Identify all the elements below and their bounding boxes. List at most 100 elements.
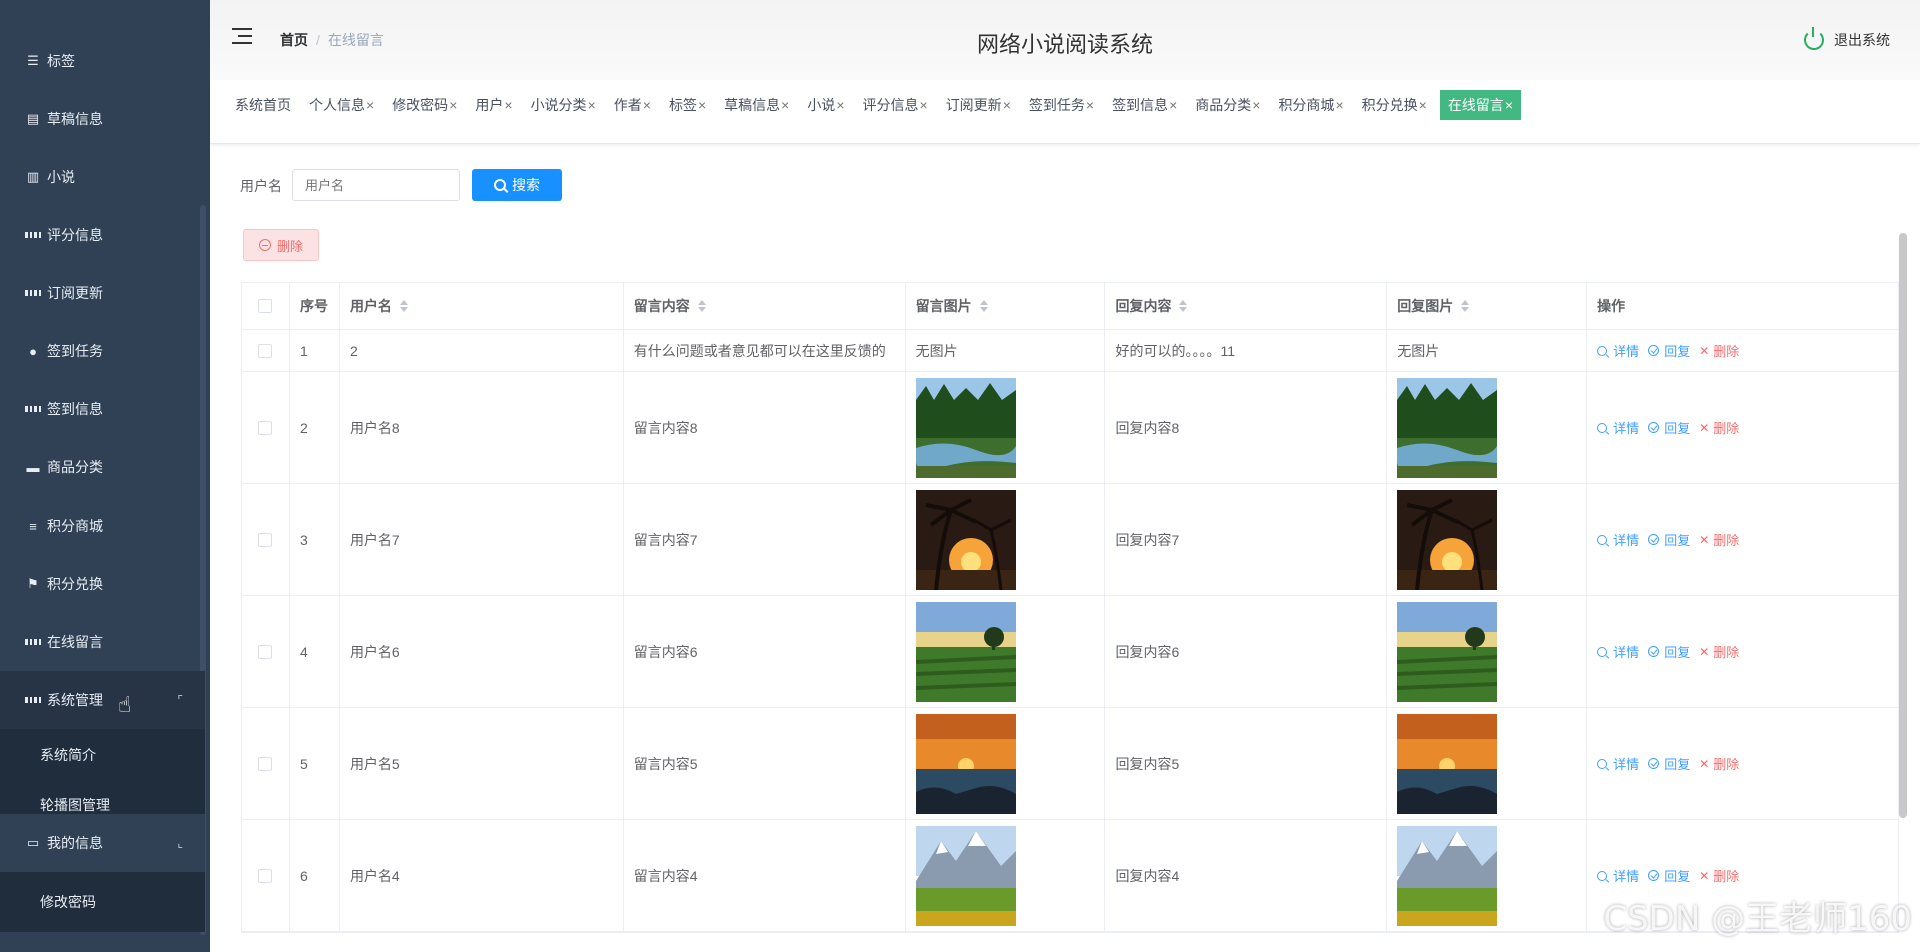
logout-button[interactable]: 退出系统: [1804, 27, 1890, 50]
reply-image[interactable]: [1397, 489, 1498, 590]
row-checkbox[interactable]: [258, 868, 273, 883]
tab-8[interactable]: 小说×: [802, 90, 849, 120]
close-icon[interactable]: ×: [1086, 97, 1094, 113]
tab-9[interactable]: 评分信息×: [858, 90, 933, 120]
tab-0[interactable]: 系统首页: [230, 90, 296, 120]
detail-button[interactable]: 详情: [1597, 866, 1639, 885]
sidebar-item-product-categories[interactable]: ▬ 商品分类: [0, 438, 205, 496]
close-icon[interactable]: ×: [836, 97, 844, 113]
tab-2[interactable]: 修改密码×: [387, 90, 462, 120]
sort-icon[interactable]: [979, 300, 988, 312]
sort-icon[interactable]: [399, 300, 408, 312]
sort-icon[interactable]: [1179, 300, 1188, 312]
batch-delete-button[interactable]: 删除: [243, 229, 319, 261]
sidebar-item-label: 签到任务: [47, 343, 103, 359]
close-icon[interactable]: ×: [449, 97, 457, 113]
message-image[interactable]: [915, 825, 1016, 926]
sidebar-item-checkin-info[interactable]: 签到信息: [0, 380, 205, 438]
message-image[interactable]: [915, 713, 1016, 814]
tab-7[interactable]: 草稿信息×: [719, 90, 794, 120]
close-icon[interactable]: ×: [1169, 97, 1177, 113]
close-icon[interactable]: ×: [1252, 97, 1260, 113]
reply-button[interactable]: 回复: [1648, 754, 1690, 773]
tab-12[interactable]: 签到信息×: [1107, 90, 1182, 120]
sidebar-item-points-mall[interactable]: ≡ 积分商城: [0, 497, 205, 555]
reply-button[interactable]: 回复: [1648, 866, 1690, 885]
row-delete-button[interactable]: ✕ 删除: [1699, 866, 1739, 885]
row-checkbox[interactable]: [258, 756, 273, 771]
row-checkbox[interactable]: [258, 343, 273, 358]
reply-button[interactable]: 回复: [1648, 341, 1690, 360]
tab-13[interactable]: 商品分类×: [1190, 90, 1265, 120]
sort-icon[interactable]: [1461, 300, 1470, 312]
close-icon[interactable]: ×: [1335, 97, 1343, 113]
sidebar-item-tags[interactable]: ☰ 标签: [0, 32, 205, 90]
detail-button[interactable]: 详情: [1597, 418, 1639, 437]
row-delete-button[interactable]: ✕ 删除: [1699, 754, 1739, 773]
row-checkbox[interactable]: [258, 420, 273, 435]
column-header-reply-image[interactable]: 回复图片: [1387, 283, 1588, 329]
search-button[interactable]: 搜索: [472, 169, 562, 201]
sidebar-item-ratings[interactable]: 评分信息: [0, 206, 205, 264]
sort-icon[interactable]: [697, 300, 706, 312]
tab-1[interactable]: 个人信息×: [304, 90, 379, 120]
sidebar-item-novels[interactable]: ▥ 小说: [0, 148, 205, 206]
row-checkbox[interactable]: [258, 532, 273, 547]
message-image[interactable]: [915, 601, 1016, 702]
row-delete-button[interactable]: ✕ 删除: [1699, 418, 1739, 437]
search-input[interactable]: [292, 169, 460, 201]
sidebar-item-points-exchange[interactable]: ⚑ 积分兑换: [0, 555, 205, 613]
column-header-reply[interactable]: 回复内容: [1105, 283, 1388, 329]
tab-14[interactable]: 积分商城×: [1273, 90, 1348, 120]
sidebar-item-checkin-tasks[interactable]: ● 签到任务: [0, 322, 205, 380]
tab-4[interactable]: 小说分类×: [526, 90, 601, 120]
tab-16[interactable]: 在线留言×: [1439, 90, 1521, 120]
row-delete-button[interactable]: ✕ 删除: [1699, 530, 1739, 549]
detail-button[interactable]: 详情: [1597, 754, 1639, 773]
close-icon[interactable]: ×: [588, 97, 596, 113]
column-header-username[interactable]: 用户名: [340, 283, 624, 329]
tab-6[interactable]: 标签×: [664, 90, 711, 120]
message-image[interactable]: [915, 377, 1016, 478]
reply-image[interactable]: [1397, 713, 1498, 814]
page-scrollbar[interactable]: [1899, 233, 1907, 818]
row-delete-button[interactable]: ✕ 删除: [1699, 341, 1739, 360]
sidebar-item-subscriptions[interactable]: 订阅更新: [0, 264, 205, 322]
tab-11[interactable]: 签到任务×: [1024, 90, 1099, 120]
sidebar-item-system-intro[interactable]: 系统简介: [0, 729, 205, 781]
close-icon[interactable]: ×: [920, 97, 928, 113]
close-icon[interactable]: ×: [643, 97, 651, 113]
sidebar-item-system-management[interactable]: 系统管理 ⌜: [0, 671, 205, 729]
reply-button[interactable]: 回复: [1648, 530, 1690, 549]
detail-button[interactable]: 详情: [1597, 341, 1639, 360]
tab-15[interactable]: 积分兑换×: [1357, 90, 1432, 120]
tab-10[interactable]: 订阅更新×: [941, 90, 1016, 120]
sidebar-item-my-info[interactable]: ▭ 我的信息 ⌞: [0, 814, 205, 872]
close-icon[interactable]: ×: [781, 97, 789, 113]
reply-image[interactable]: [1397, 601, 1498, 702]
reply-image[interactable]: [1397, 825, 1498, 926]
row-delete-button[interactable]: ✕ 删除: [1699, 642, 1739, 661]
close-icon[interactable]: ×: [366, 97, 374, 113]
column-header-image[interactable]: 留言图片: [906, 283, 1106, 329]
sidebar-item-drafts[interactable]: ▤ 草稿信息: [0, 90, 205, 148]
close-icon[interactable]: ×: [1505, 97, 1513, 113]
close-icon[interactable]: ×: [698, 97, 706, 113]
sidebar-item-messages[interactable]: 在线留言: [0, 613, 205, 671]
reply-image[interactable]: [1397, 377, 1498, 478]
reply-button[interactable]: 回复: [1648, 642, 1690, 661]
row-checkbox[interactable]: [258, 644, 273, 659]
close-icon[interactable]: ×: [1419, 97, 1427, 113]
reply-button[interactable]: 回复: [1648, 418, 1690, 437]
tab-5[interactable]: 作者×: [609, 90, 656, 120]
column-header-content[interactable]: 留言内容: [624, 283, 906, 329]
index-cell: 6: [290, 820, 340, 931]
message-image[interactable]: [915, 489, 1016, 590]
close-icon[interactable]: ×: [504, 97, 512, 113]
detail-button[interactable]: 详情: [1597, 642, 1639, 661]
sidebar-item-change-password[interactable]: 修改密码: [0, 872, 205, 932]
detail-button[interactable]: 详情: [1597, 530, 1639, 549]
tab-3[interactable]: 用户×: [470, 90, 517, 120]
select-all-checkbox[interactable]: [258, 299, 273, 313]
close-icon[interactable]: ×: [1003, 97, 1011, 113]
